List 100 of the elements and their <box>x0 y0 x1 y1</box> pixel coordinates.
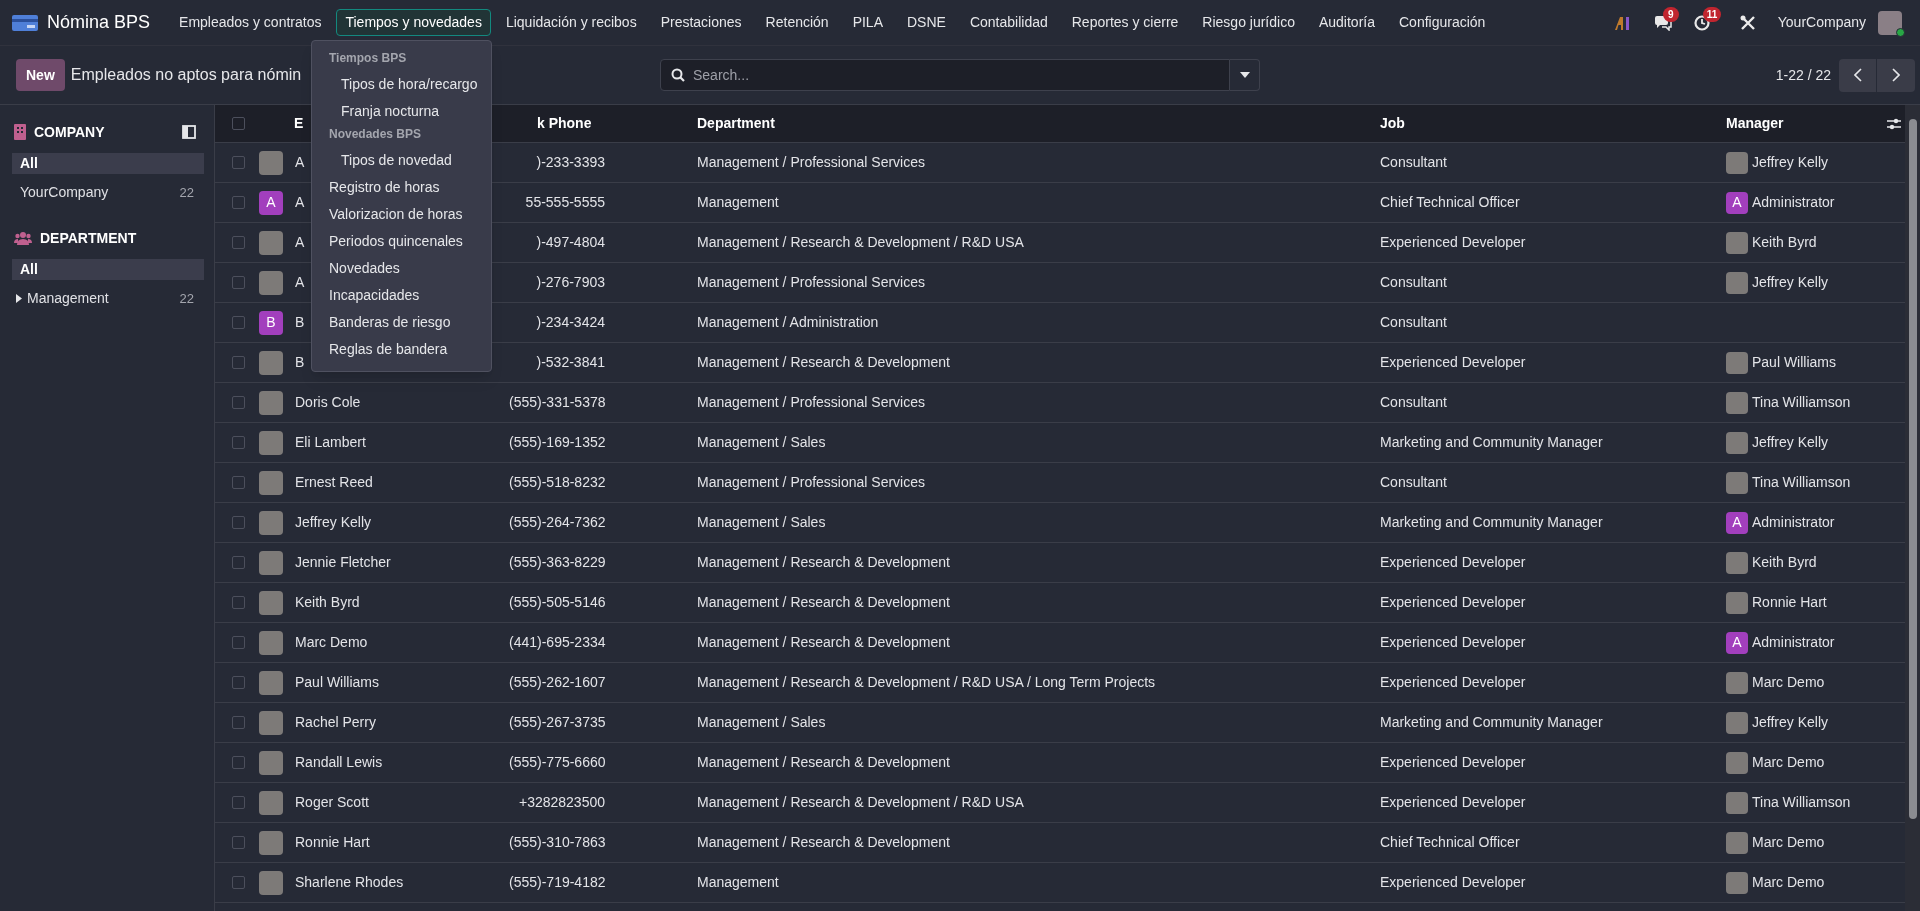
letter-avatar: A <box>1726 191 1748 214</box>
menu-item[interactable]: Tipos de novedad <box>312 147 491 174</box>
checkbox[interactable] <box>232 476 245 489</box>
phone-number: (555)-363-8229 <box>509 553 605 572</box>
menu-tab[interactable]: PILA <box>843 9 892 36</box>
phone-number: (555)-719-4182 <box>509 873 605 892</box>
new-button[interactable]: New <box>16 59 65 91</box>
menu-tab[interactable]: Riesgo jurídico <box>1193 9 1304 36</box>
manager-name: Administrator <box>1752 513 1835 532</box>
employee-name: Paul Williams <box>295 673 379 692</box>
photo-placeholder <box>259 550 283 575</box>
job-title: Experienced Developer <box>1380 794 1526 810</box>
menu-section-header: Novedades BPS <box>328 126 423 143</box>
filter-item[interactable]: Management 22 <box>12 288 204 309</box>
search-field[interactable]: Search... <box>660 59 1230 91</box>
checkbox[interactable] <box>232 436 245 449</box>
job-title: Marketing and Community Manager <box>1380 714 1603 730</box>
menu-tab[interactable]: Tiempos y novedades <box>336 9 491 36</box>
building-icon <box>14 124 26 140</box>
user-avatar[interactable] <box>1878 10 1902 35</box>
employee-name: B <box>295 353 305 372</box>
checkbox[interactable] <box>232 836 245 849</box>
pager-value[interactable]: 1-22 / 22 <box>1775 64 1831 86</box>
column-header[interactable]: Manager <box>1726 113 1784 134</box>
menu-tab[interactable]: Empleados y contratos <box>170 9 331 36</box>
department-name: Management / Sales <box>697 514 826 530</box>
filter-section-title: DEPARTMENT <box>40 228 137 248</box>
checkbox[interactable] <box>232 596 245 609</box>
count-badge: 11 <box>1702 6 1722 22</box>
menu-tab[interactable]: Retención <box>756 9 838 36</box>
menu-item[interactable]: Novedades <box>312 255 491 282</box>
department-name: Management / Research & Development / R&D USA <box>697 794 1024 810</box>
checkbox[interactable] <box>232 796 245 809</box>
previous-button[interactable] <box>1839 58 1877 92</box>
checkbox[interactable] <box>232 316 245 329</box>
menu-tab[interactable]: Configuración <box>1390 9 1495 36</box>
employee-name: Jeffrey Kelly <box>295 513 371 532</box>
menu-tab[interactable]: Auditoría <box>1309 9 1384 36</box>
menu-tab[interactable]: DSNE <box>898 9 955 36</box>
checkbox[interactable] <box>232 636 245 649</box>
department-name: Management / Professional Services <box>697 154 925 170</box>
menu-item[interactable]: Banderas de riesgo <box>312 309 491 336</box>
photo-placeholder <box>259 590 283 615</box>
letter-avatar: B <box>259 310 283 335</box>
menu-item[interactable]: Periodos quincenales <box>312 228 491 255</box>
menu-tab[interactable]: Reportes y cierre <box>1062 9 1188 36</box>
department-name: Management / Research & Development <box>697 594 950 610</box>
checkbox[interactable] <box>232 676 245 689</box>
menu-item[interactable]: Franja nocturna <box>312 98 491 125</box>
scrollbar[interactable] <box>1905 105 1920 911</box>
checkbox[interactable] <box>232 356 245 369</box>
checkbox[interactable] <box>232 196 245 209</box>
phone-number: )-233-3393 <box>535 153 605 172</box>
department-name: Management / Professional Services <box>697 274 925 290</box>
job-title: Experienced Developer <box>1380 234 1526 250</box>
photo-placeholder <box>1726 711 1748 734</box>
filter-item[interactable]: YourCompany 22 <box>12 182 204 203</box>
photo-placeholder <box>259 670 283 695</box>
checkbox[interactable] <box>232 716 245 729</box>
phone-number: )-497-4804 <box>535 233 605 252</box>
phone-number: (555)-264-7362 <box>509 513 605 532</box>
checkbox[interactable] <box>232 276 245 289</box>
checkbox[interactable] <box>232 156 245 169</box>
menu-item[interactable]: Reglas de bandera <box>312 336 491 363</box>
job-title: Consultant <box>1380 394 1447 410</box>
menu-tab[interactable]: Contabilidad <box>960 9 1057 36</box>
manager-name: Administrator <box>1752 193 1835 212</box>
photo-placeholder <box>1726 591 1748 614</box>
menu-tab[interactable]: Liquidación y recibos <box>496 9 646 36</box>
filter-item[interactable]: All <box>12 259 204 280</box>
search-options-toggle[interactable] <box>1230 59 1260 91</box>
filter-item[interactable]: All <box>12 153 204 174</box>
employee-name: Roger Scott <box>295 793 369 812</box>
photo-placeholder <box>259 790 283 815</box>
company-switcher[interactable]: YourCompany <box>1777 12 1866 33</box>
department-name: Management / Research & Development <box>697 634 950 650</box>
column-header[interactable]: Job <box>1380 113 1405 134</box>
employee-name: Doris Cole <box>295 393 361 412</box>
next-button[interactable] <box>1877 58 1915 92</box>
menu-item[interactable]: Valorizacion de horas <box>312 201 491 228</box>
letter-avatar: A <box>1726 511 1748 534</box>
menu-item[interactable]: Tipos de hora/recargo <box>312 71 491 98</box>
menu-item[interactable]: Incapacidades <box>312 282 491 309</box>
checkbox[interactable] <box>232 556 245 569</box>
checkbox[interactable] <box>232 876 245 889</box>
ai-icon <box>1613 14 1632 31</box>
menu-item[interactable]: Registro de horas <box>312 174 491 201</box>
column-header[interactable]: E <box>294 113 304 134</box>
people-icon <box>14 231 32 245</box>
checkbox[interactable] <box>232 117 245 130</box>
checkbox[interactable] <box>232 236 245 249</box>
phone-number: (555)-775-6660 <box>509 753 605 772</box>
checkbox[interactable] <box>232 396 245 409</box>
app-title[interactable]: Nómina BPS <box>47 9 151 36</box>
menu-tab[interactable]: Prestaciones <box>651 9 751 36</box>
photo-placeholder <box>259 830 283 855</box>
column-header[interactable]: Department <box>697 113 775 134</box>
checkbox[interactable] <box>232 516 245 529</box>
checkbox[interactable] <box>232 756 245 769</box>
column-header[interactable]: k Phone <box>537 113 592 134</box>
